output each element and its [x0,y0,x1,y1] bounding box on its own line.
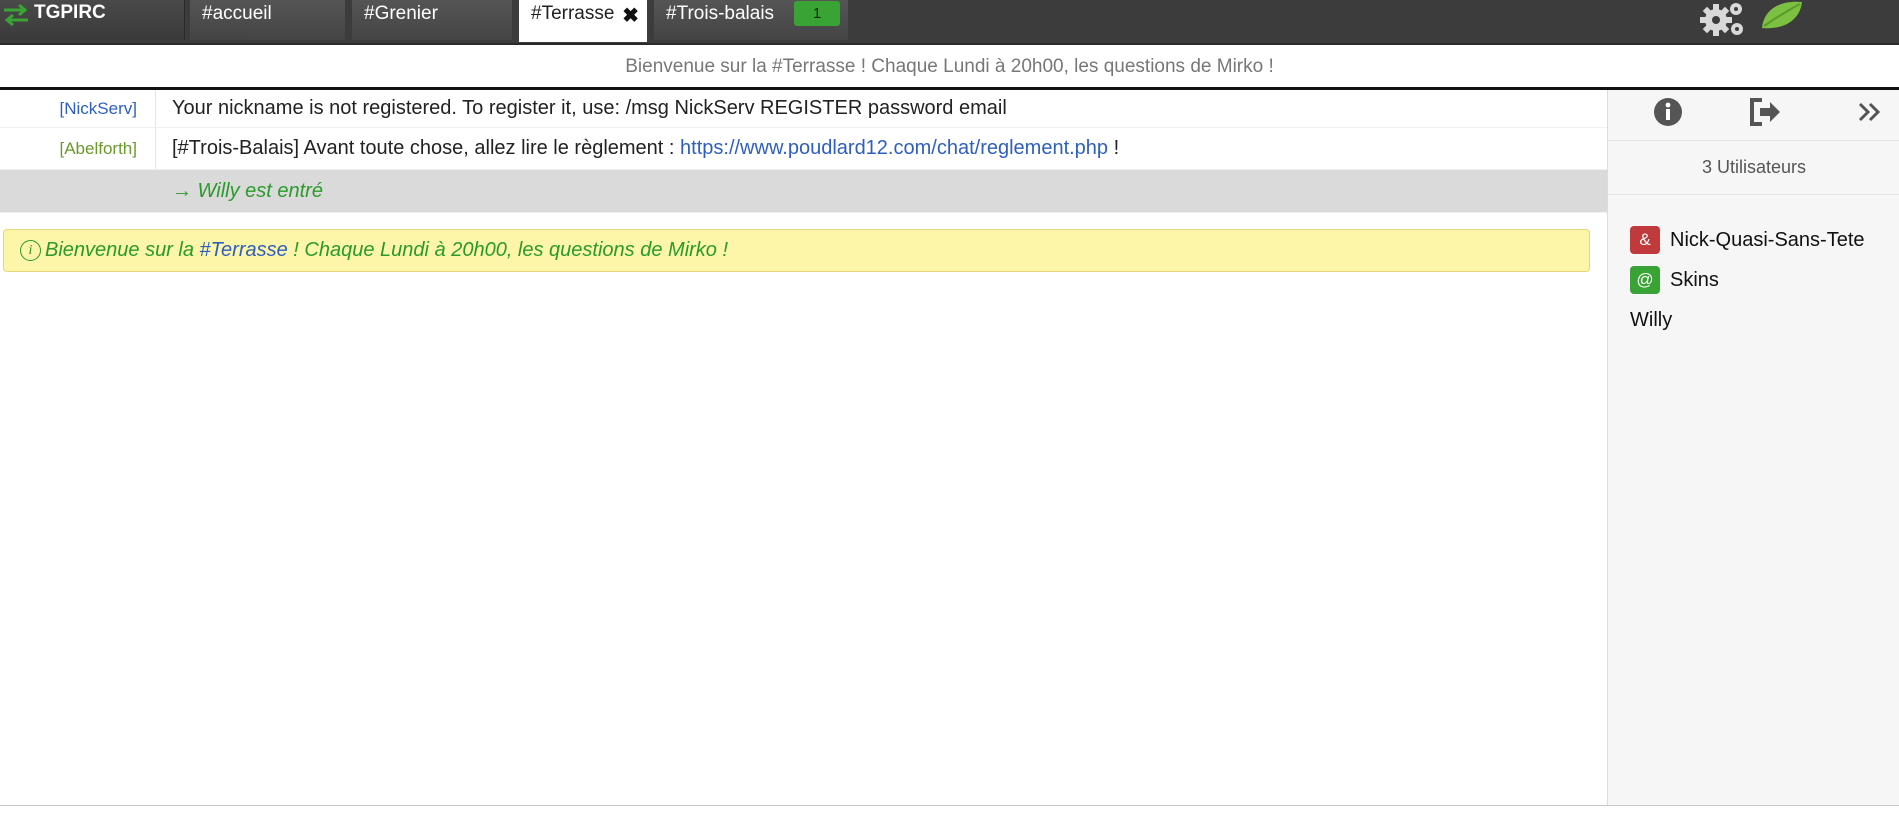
user-count: 3 Utilisateurs [1608,140,1899,195]
message-row: [Abelforth] [#Trois-Balais] Avant toute … [0,128,1607,170]
tab-label: #accueil [202,3,272,24]
op-prefix-badge: @ [1630,266,1660,294]
message-nick[interactable]: [Abelforth] [0,128,156,169]
double-chevron-right-icon[interactable] [1856,96,1884,133]
swap-arrows-icon [2,3,30,32]
sidebar-toolbar [1608,90,1899,141]
user-name: Nick-Quasi-Sans-Tete [1670,228,1865,251]
info-circle-icon[interactable] [1652,96,1684,133]
owner-prefix-badge: & [1630,226,1660,254]
app-brand[interactable]: TGPIRC [0,0,185,40]
message-text-part: [#Trois-Balais] Avant toute chose, allez… [172,137,681,159]
user-list-item[interactable]: Willy [1630,305,1672,335]
tab-grenier[interactable]: #Grenier [352,0,512,40]
message-text: Your nickname is not registered. To regi… [172,97,1007,119]
join-text: → Willy est entré [172,179,323,202]
notice-text: ! Chaque Lundi à 20h00, les questions de… [287,239,729,261]
user-list-item[interactable]: & Nick-Quasi-Sans-Tete [1630,225,1865,255]
join-row: → Willy est entré [0,170,1607,213]
tab-bar: TGPIRC #accueil #Grenier #Terrasse ✖ #Tr… [0,0,1899,45]
unread-badge: 1 [794,1,840,26]
rules-link[interactable]: https://www.poudlard12.com/chat/reglemen… [680,137,1108,159]
user-sidebar: 3 Utilisateurs & Nick-Quasi-Sans-Tete @ … [1607,90,1899,805]
gears-icon[interactable] [1700,0,1746,43]
channel-topic: Bienvenue sur la #Terrasse ! Chaque Lund… [0,45,1899,90]
message-input-bar[interactable] [0,805,1899,821]
leaf-icon [1760,0,1804,35]
close-tab-icon[interactable]: ✖ [622,3,639,28]
user-name: Willy [1630,308,1673,331]
info-icon: i [20,240,41,261]
message-nick[interactable]: [NickServ] [0,90,156,127]
app-name: TGPIRC [34,2,106,23]
message-text-part: ! [1108,137,1120,159]
user-name: Skins [1670,268,1719,291]
tab-label: #Grenier [364,3,438,24]
channel-link[interactable]: #Terrasse [200,239,288,262]
tab-trois-balais[interactable]: #Trois-balais 1 [654,0,848,40]
message-list: [NickServ] Your nickname is not register… [0,90,1607,805]
tab-terrasse[interactable]: #Terrasse ✖ [519,0,647,42]
tab-label: #Trois-balais [666,3,775,24]
message-text: [#Trois-Balais] Avant toute chose, allez… [156,137,1119,160]
message-row: [NickServ] Your nickname is not register… [0,90,1607,128]
tab-accueil[interactable]: #accueil [190,0,345,40]
tab-label: #Terrasse [531,3,615,24]
notice-text: Bienvenue sur la [45,239,200,261]
user-list-item[interactable]: @ Skins [1630,265,1719,295]
sign-out-icon[interactable] [1748,96,1782,133]
topic-notice: i Bienvenue sur la #Terrasse ! Chaque Lu… [3,229,1590,272]
